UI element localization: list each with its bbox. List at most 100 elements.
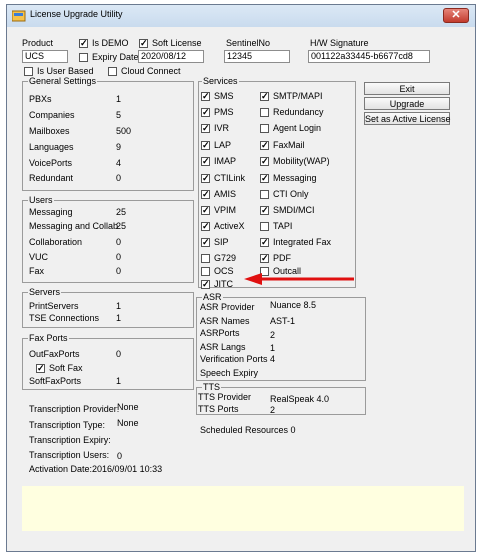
service-integrated-fax-checkbox[interactable]: ✓: [260, 238, 269, 247]
general-value: 4: [116, 158, 122, 168]
service-label: PMS: [214, 107, 234, 117]
soft-fax-checkbox[interactable]: ✓: [36, 364, 45, 373]
service-mobility-wap--checkbox[interactable]: ✓: [260, 157, 269, 166]
service-faxmail-checkbox[interactable]: ✓: [260, 141, 269, 150]
service-redundancy-checkbox[interactable]: [260, 108, 269, 117]
tts-label: TTS Provider: [198, 392, 252, 402]
users-value: 0: [116, 266, 122, 276]
service-label: IMAP: [214, 156, 237, 166]
service-sms-checkbox[interactable]: ✓: [201, 92, 210, 101]
service-pms-checkbox[interactable]: ✓: [201, 108, 210, 117]
out-fax-ports-label: OutFaxPorts: [29, 349, 80, 359]
general-label: VoicePorts: [29, 158, 73, 168]
users-value: 0: [116, 252, 122, 262]
soft-license-checkbox[interactable]: ✓: [139, 39, 148, 48]
asr-value: AST-1: [270, 316, 296, 326]
service-ivr-checkbox[interactable]: ✓: [201, 124, 210, 133]
upgrade-button[interactable]: Upgrade: [364, 97, 450, 110]
service-label: SMS: [214, 91, 234, 101]
service-label: JITC: [214, 279, 233, 289]
cloud-connect-checkbox[interactable]: [108, 67, 117, 76]
app-icon: [12, 10, 26, 22]
service-label: Redundancy: [273, 107, 324, 117]
service-label: VPIM: [214, 205, 237, 215]
soft-fax-ports-value: 1: [116, 376, 122, 386]
asr-value: 2: [270, 330, 276, 340]
exit-button[interactable]: Exit: [364, 82, 450, 95]
service-activex-checkbox[interactable]: ✓: [201, 222, 210, 231]
service-amis-checkbox[interactable]: ✓: [201, 190, 210, 199]
general-label: Mailboxes: [29, 126, 70, 136]
general-label: Languages: [29, 142, 74, 152]
users-value: 25: [116, 207, 127, 217]
service-sip-checkbox[interactable]: ✓: [201, 238, 210, 247]
users-label: VUC: [29, 252, 49, 262]
service-label: G729: [214, 253, 237, 263]
hw-signature-label: H/W Signature: [310, 38, 369, 48]
expiry-checkbox[interactable]: [79, 53, 88, 62]
close-button[interactable]: ✕: [443, 8, 469, 23]
general-value: 0: [116, 173, 122, 183]
service-label: PDF: [273, 253, 291, 263]
asr-label: ASRPorts: [200, 328, 240, 338]
service-label: CTI Only: [273, 189, 309, 199]
sentinel-field[interactable]: 12345: [224, 50, 290, 63]
asr-legend: ASR: [202, 292, 223, 302]
service-jitc-checkbox[interactable]: ✓: [201, 280, 210, 289]
tts-legend: TTS: [202, 382, 221, 392]
service-label: OCS: [214, 266, 234, 276]
is-demo-checkbox[interactable]: ✓: [79, 39, 88, 48]
service-label: SMDI/MCI: [273, 205, 315, 215]
service-tapi-checkbox[interactable]: [260, 222, 269, 231]
asr-label: ASR Provider: [200, 302, 255, 312]
users-label: Messaging and Collab: [29, 221, 119, 231]
tts-value: RealSpeak 4.0: [270, 394, 330, 404]
service-label: TAPI: [273, 221, 293, 231]
service-label: FaxMail: [273, 140, 305, 150]
expiry-date-field[interactable]: 2020/08/12: [138, 50, 204, 63]
general-label: Redundant: [29, 173, 74, 183]
service-lap-checkbox[interactable]: ✓: [201, 141, 210, 150]
transcription-expiry-label: Transcription Expiry:: [29, 435, 111, 445]
service-cti-only-checkbox[interactable]: [260, 190, 269, 199]
service-imap-checkbox[interactable]: ✓: [201, 157, 210, 166]
service-pdf-checkbox[interactable]: ✓: [260, 254, 269, 263]
product-label: Product: [22, 38, 54, 48]
general-value: 5: [116, 110, 122, 120]
asr-value: 1: [270, 343, 276, 353]
general-label: PBXs: [29, 94, 52, 104]
set-active-license-button[interactable]: Set as Active License: [364, 112, 451, 125]
servers-label: PrintServers: [29, 301, 79, 311]
service-messaging-checkbox[interactable]: ✓: [260, 174, 269, 183]
service-vpim-checkbox[interactable]: ✓: [201, 206, 210, 215]
soft-fax-label: Soft Fax: [49, 363, 83, 373]
status-panel: [22, 486, 464, 531]
is-user-based-checkbox[interactable]: [24, 67, 33, 76]
service-agent-login-checkbox[interactable]: [260, 124, 269, 133]
service-smdi-mci-checkbox[interactable]: ✓: [260, 206, 269, 215]
service-label: Mobility(WAP): [273, 156, 330, 166]
servers-value: 1: [116, 313, 122, 323]
out-fax-ports-value: 0: [116, 349, 122, 359]
transcription-users-value: 0: [117, 451, 123, 461]
tts-value: 2: [270, 405, 276, 415]
transcription-provider-value: None: [117, 402, 139, 412]
cloud-connect-label: Cloud Connect: [121, 66, 181, 76]
services-legend: Services: [202, 76, 239, 86]
general-label: Companies: [29, 110, 75, 120]
service-label: LAP: [214, 140, 232, 150]
product-field[interactable]: UCS: [22, 50, 68, 63]
users-label: Fax: [29, 266, 45, 276]
tts-label: TTS Ports: [198, 404, 239, 414]
service-g729-checkbox[interactable]: [201, 254, 210, 263]
hw-signature-field[interactable]: 001122a33445-b6677cd8: [308, 50, 430, 63]
service-label: CTILink: [214, 173, 246, 183]
window-title: License Upgrade Utility: [30, 9, 123, 19]
service-smtp-mapi-checkbox[interactable]: ✓: [260, 92, 269, 101]
service-ctilink-checkbox[interactable]: ✓: [201, 174, 210, 183]
soft-license-label: Soft License: [152, 38, 202, 48]
service-label: SIP: [214, 237, 229, 247]
service-label: Integrated Fax: [273, 237, 332, 247]
service-ocs-checkbox[interactable]: [201, 267, 210, 276]
servers-legend: Servers: [28, 287, 62, 297]
